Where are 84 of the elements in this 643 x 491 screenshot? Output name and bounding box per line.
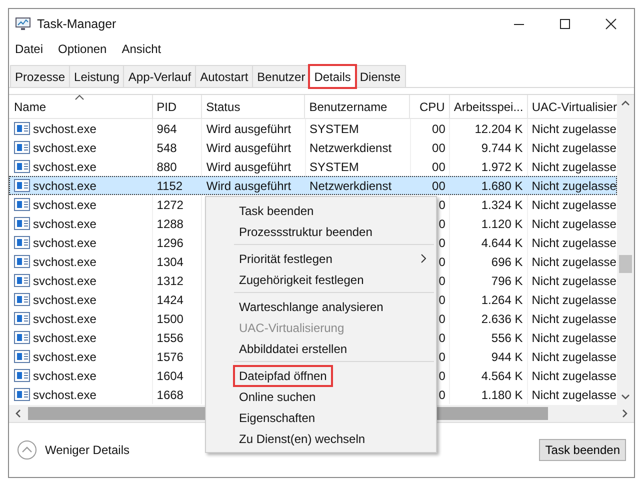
table-cell: Nicht zugelasse (532, 350, 616, 364)
table-cell: Nicht zugelasse (532, 254, 616, 268)
table-cell: Netzwerkdienst (310, 178, 392, 192)
table-cell: Nicht zugelasse (532, 140, 616, 154)
table-cell: svchost.exe (33, 178, 96, 192)
table-cell: Nicht zugelasse (532, 330, 616, 344)
table-cell: svchost.exe (33, 368, 96, 382)
table-cell: 9.744 K (481, 140, 523, 154)
table-cell: Wird ausgeführt (206, 122, 292, 136)
table-cell: svchost.exe (33, 236, 96, 250)
table-cell: SYSTEM (310, 122, 359, 136)
table-cell: Nicht zugelasse (532, 198, 616, 212)
table-cell: 548 (156, 140, 177, 154)
table-cell: 4.564 K (481, 368, 523, 382)
table-cell: 0 (438, 198, 446, 212)
table-cell: SYSTEM (310, 160, 359, 174)
table-cell: 1.264 K (481, 292, 523, 306)
table-cell: Nicht zugelasse (532, 160, 616, 174)
table-cell: Wird ausgeführt (206, 140, 292, 154)
table-cell: Wird ausgeführt (206, 160, 292, 174)
table-cell: Nicht zugelasse (532, 236, 616, 250)
table-cell: 1.120 K (481, 216, 523, 230)
table-cell: 556 K (491, 330, 523, 344)
table-cell: 944 K (491, 350, 523, 364)
window-title: Task-Manager (37, 16, 118, 30)
table-cell: 1500 (156, 312, 184, 326)
table-cell: 1288 (156, 216, 184, 230)
table-cell: svchost.exe (33, 216, 96, 230)
table-cell: 1304 (156, 254, 184, 268)
table-cell: 0 (438, 236, 446, 250)
table-cell: 696 K (491, 254, 523, 268)
table-cell: svchost.exe (33, 388, 96, 402)
table-cell: 1668 (156, 388, 184, 402)
table-cell: svchost.exe (33, 140, 96, 154)
table-cell: Wird ausgeführt (206, 178, 292, 192)
table-cell: svchost.exe (33, 350, 96, 364)
table-cell: 1312 (156, 274, 184, 288)
table-cell: 0 (438, 388, 446, 402)
table-cell: Nicht zugelasse (532, 368, 616, 382)
table-cell: 00 (432, 140, 446, 154)
table-cell: 0 (438, 254, 446, 268)
table-cell: 00 (432, 122, 446, 136)
table-cell: 1.972 K (481, 160, 523, 174)
table-cell: 796 K (491, 274, 523, 288)
table-cell: 1152 (156, 178, 183, 192)
table-cell: 0 (438, 330, 446, 344)
table-cell: Nicht zugelasse (532, 388, 616, 402)
table-cell: Nicht zugelasse (532, 122, 616, 136)
table-cell: 0 (438, 216, 446, 230)
table-cell: Nicht zugelasse (532, 292, 616, 306)
table-cell: Nicht zugelasse (532, 216, 616, 230)
table-cell: 0 (438, 292, 446, 306)
table-cell: 880 (156, 160, 177, 174)
table-cell: 00 (432, 160, 446, 174)
table-cell: 1.324 K (481, 198, 523, 212)
table-cell: Netzwerkdienst (310, 140, 392, 154)
table-cell: svchost.exe (33, 160, 96, 174)
table-cell: Nicht zugelasse (532, 312, 616, 326)
table-cell: 964 (156, 122, 177, 136)
table-cell: svchost.exe (33, 198, 96, 212)
table-cell: Nicht zugelasse (532, 274, 616, 288)
table-cell: 0 (438, 368, 446, 382)
table-cell: svchost.exe (33, 122, 96, 136)
table-cell: svchost.exe (33, 292, 96, 306)
table-cell: svchost.exe (33, 330, 96, 344)
table-cell: 0 (438, 274, 446, 288)
table-cell: 2.636 K (481, 312, 523, 326)
table-cell: 1.680 K (481, 178, 523, 192)
table-cell: 1424 (156, 292, 184, 306)
table-cell: 1296 (156, 236, 184, 250)
table-cell: svchost.exe (33, 254, 96, 268)
table-cell: 1272 (156, 198, 184, 212)
table-cell: 0 (438, 312, 446, 326)
table-cell: Nicht zugelasse (532, 178, 616, 192)
table-cell: 00 (432, 178, 446, 192)
table-cell: 1.180 K (481, 388, 523, 402)
table-cell: 1576 (156, 350, 184, 364)
table-cell: 1556 (156, 330, 184, 344)
table-cell: 4.644 K (481, 236, 523, 250)
table-cell: 0 (438, 350, 446, 364)
table-cell: svchost.exe (33, 274, 96, 288)
table-cell: 1604 (156, 368, 184, 382)
table-cell: svchost.exe (33, 312, 96, 326)
table-cell: 12.204 K (474, 122, 523, 136)
